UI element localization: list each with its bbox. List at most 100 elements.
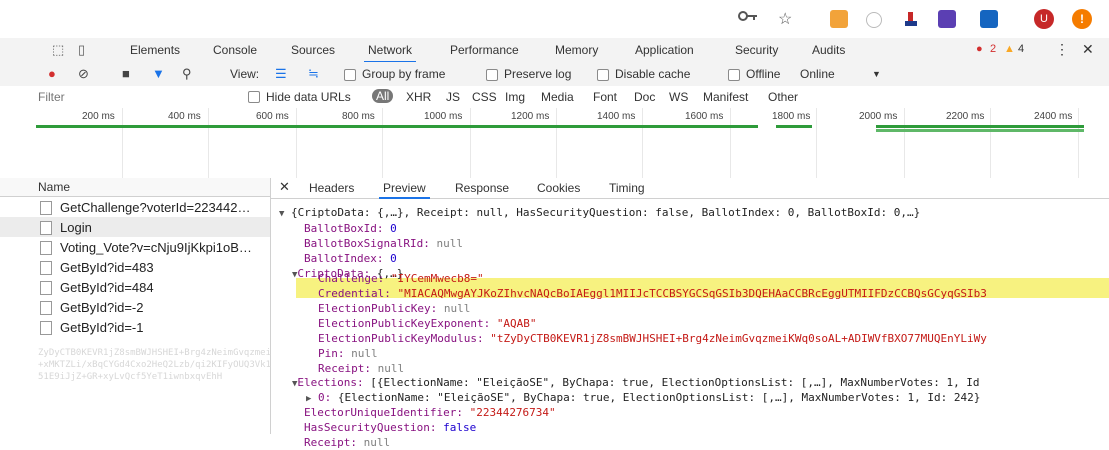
request-row[interactable]: GetById?id=484 [0, 277, 270, 297]
filter-type-manifest[interactable]: Manifest [703, 90, 748, 104]
request-row[interactable]: GetById?id=-1 [0, 317, 270, 337]
timeline-tick: 800 ms [342, 111, 375, 122]
extension-orange-icon[interactable] [830, 10, 848, 28]
tab-performance[interactable]: Performance [450, 43, 519, 57]
timeline-tick: 200 ms [82, 111, 115, 122]
screenshot-icon[interactable]: ■ [122, 66, 130, 81]
tab-application[interactable]: Application [635, 43, 694, 57]
name-column-header[interactable]: Name [38, 180, 70, 194]
timeline-tick: 1200 ms [511, 111, 550, 122]
tab-console[interactable]: Console [213, 43, 257, 57]
device-toolbar-icon[interactable]: ▯ [78, 42, 85, 58]
throttling-select[interactable]: Online [800, 67, 835, 81]
alert-icon[interactable]: ! [1072, 9, 1092, 29]
request-name: GetChallenge?voterId=223442… [60, 200, 251, 215]
request-list-header[interactable]: Name [0, 178, 270, 197]
filter-type-other[interactable]: Other [768, 90, 798, 104]
filter-bar: Hide data URLs All XHR JS CSS Img Media … [0, 86, 1109, 109]
star-icon[interactable]: ☆ [778, 9, 792, 29]
browser-toolbar: ☆ U ! [0, 0, 1109, 39]
group-by-frame-label: Group by frame [362, 67, 446, 81]
inspect-element-icon[interactable]: ⬚ [52, 42, 64, 58]
collapsed-triangle-icon: ▶ [306, 394, 312, 404]
json-line: BallotBoxId: 0 [304, 222, 397, 235]
network-toolbar: ● ⊘ ■ ▼ ⚲ View: ☰ ≒ Group by frame Prese… [0, 62, 1109, 87]
request-name: GetById?id=-1 [60, 320, 144, 335]
record-icon[interactable]: ● [48, 66, 56, 81]
filter-type-css[interactable]: CSS [472, 90, 497, 104]
warning-count[interactable]: 4 [1018, 43, 1024, 55]
devtools-tabbar: ⬚ ▯ Elements Console Sources Network Per… [0, 38, 1109, 63]
offline-checkbox[interactable] [728, 69, 740, 81]
filter-type-all[interactable]: All [372, 89, 394, 103]
group-by-frame-checkbox[interactable] [344, 69, 356, 81]
json-line: ElectionPublicKeyExponent: "AQAB" [318, 317, 537, 330]
tab-memory[interactable]: Memory [555, 43, 598, 57]
json-line: BallotIndex: 0 [304, 252, 397, 265]
filter-type-xhr[interactable]: XHR [406, 90, 431, 104]
request-row[interactable]: GetById?id=-2 [0, 297, 270, 317]
tab-security[interactable]: Security [735, 43, 778, 57]
filter-type-img[interactable]: Img [505, 90, 525, 104]
error-count[interactable]: 2 [990, 43, 996, 55]
hide-data-urls-checkbox[interactable] [248, 91, 260, 103]
filter-type-doc[interactable]: Doc [634, 90, 655, 104]
profile-avatar[interactable]: U [1034, 9, 1054, 29]
close-icon[interactable]: ✕ [1082, 41, 1094, 58]
chevron-down-icon[interactable]: ▼ [872, 69, 881, 79]
search-icon[interactable]: ⚲ [182, 66, 192, 82]
file-icon [40, 201, 52, 215]
extension-purple-icon[interactable] [938, 10, 956, 28]
filter-type-js[interactable]: JS [446, 90, 460, 104]
timeline-request-bar [876, 129, 1084, 132]
json-line: Receipt: null [318, 362, 405, 375]
tab-headers[interactable]: Headers [309, 181, 354, 195]
tab-cookies[interactable]: Cookies [537, 181, 580, 195]
tab-timing[interactable]: Timing [609, 181, 645, 195]
detail-tabs: ✕ Headers Preview Response Cookies Timin… [271, 178, 1109, 199]
disable-cache-checkbox[interactable] [597, 69, 609, 81]
tab-preview[interactable]: Preview [379, 181, 430, 199]
bleed-through-text: +xMKTZLi/xBqCYGd4Cxo2HeQ2Lzb/qi2KIFyOUQ3… [38, 360, 277, 370]
request-list: Name GetChallenge?voterId=223442… Login … [0, 178, 271, 434]
timeline-request-bar [776, 125, 812, 128]
filter-type-font[interactable]: Font [593, 90, 617, 104]
request-row[interactable]: Voting_Vote?v=cNju9IjKkpi1oB… [0, 237, 270, 257]
tab-response[interactable]: Response [455, 181, 509, 195]
timeline-overview[interactable]: 200 ms 400 ms 600 ms 800 ms 1000 ms 1200… [0, 108, 1109, 179]
preserve-log-checkbox[interactable] [486, 69, 498, 81]
timeline-request-bar [876, 125, 1084, 128]
preserve-log-label: Preserve log [504, 67, 572, 81]
extension-blue-icon[interactable] [980, 10, 998, 28]
timeline-tick: 1000 ms [424, 111, 463, 122]
timeline-tick: 1600 ms [685, 111, 724, 122]
tab-sources[interactable]: Sources [291, 43, 335, 57]
request-row-selected[interactable]: Login [0, 217, 270, 237]
json-root[interactable]: ▼ {CriptoData: {,…}, Receipt: null, HasS… [279, 205, 920, 222]
close-detail-icon[interactable]: ✕ [279, 179, 290, 195]
hide-data-urls-label: Hide data URLs [266, 90, 351, 104]
more-menu-icon[interactable]: ⋮ [1055, 41, 1069, 58]
filter-type-ws[interactable]: WS [669, 90, 688, 104]
filter-type-media[interactable]: Media [541, 90, 574, 104]
tab-elements[interactable]: Elements [130, 43, 180, 57]
json-line: Pin: null [318, 347, 378, 360]
request-row[interactable]: GetChallenge?voterId=223442… [0, 197, 270, 217]
request-row[interactable]: GetById?id=483 [0, 257, 270, 277]
clear-icon[interactable]: ⊘ [78, 66, 89, 82]
error-icon: ● [976, 43, 983, 55]
large-rows-icon[interactable]: ☰ [275, 66, 287, 82]
request-name: Voting_Vote?v=cNju9IjKkpi1oB… [60, 240, 252, 255]
file-icon [40, 221, 52, 235]
tab-network[interactable]: Network [363, 43, 417, 63]
tab-audits[interactable]: Audits [812, 43, 845, 57]
filter-icon[interactable]: ▼ [152, 66, 165, 81]
extension-circle-icon[interactable] [866, 12, 882, 28]
key-icon[interactable] [738, 9, 758, 28]
bleed-through-text: 51E9iJjZ+GR+xyLvQcf5YeT1iwnbxqvEhH [38, 372, 223, 382]
waterfall-icon[interactable]: ≒ [308, 66, 319, 82]
filter-input[interactable] [36, 88, 230, 106]
extension-flag-icon[interactable] [902, 10, 920, 28]
timeline-tick: 2200 ms [946, 111, 985, 122]
json-line-credential: Credential: "MIACAQMwgAYJKoZIhvcNAQcBoIA… [318, 287, 987, 300]
